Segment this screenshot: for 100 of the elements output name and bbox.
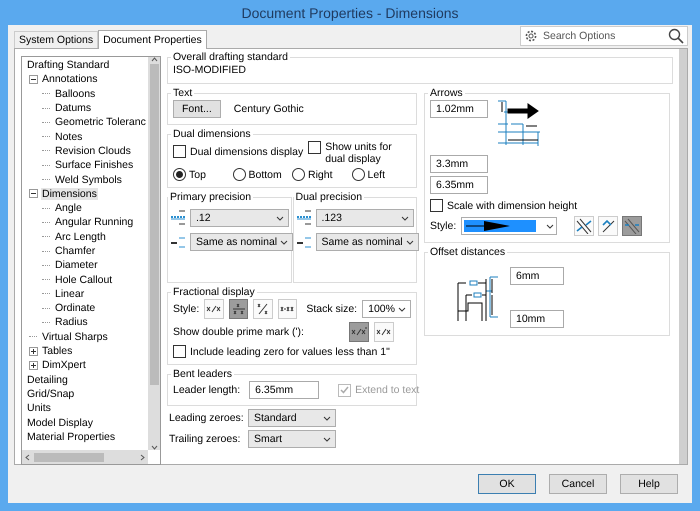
arrow-size-field[interactable]: 1.02mm xyxy=(430,100,488,118)
tree-item[interactable]: Virtual Sharps xyxy=(41,330,109,343)
checkbox-label[interactable]: Dual dimensions display xyxy=(190,146,304,158)
tree-item[interactable]: Angle xyxy=(54,202,83,214)
tree-item[interactable]: Chamfer xyxy=(54,245,96,257)
fraction-style-button[interactable] xyxy=(278,299,298,319)
tab[interactable]: System Options xyxy=(14,31,98,48)
checkbox[interactable] xyxy=(173,145,186,158)
dialog-button[interactable]: OK xyxy=(478,474,536,494)
double-prime-button[interactable] xyxy=(348,322,369,342)
tree-item[interactable]: Material Properties xyxy=(26,430,116,443)
fraction-style-button[interactable] xyxy=(204,299,224,319)
radio-label[interactable]: Top xyxy=(189,168,206,180)
stack-size-dropdown[interactable]: 100% xyxy=(362,300,411,318)
expander-icon[interactable] xyxy=(29,74,38,84)
expander-icon[interactable] xyxy=(29,346,38,356)
tree-item[interactable]: Drafting Standard xyxy=(26,59,110,72)
checkbox[interactable] xyxy=(173,345,186,358)
leader-length-field[interactable]: 6.35mm xyxy=(249,381,320,399)
search-input[interactable]: Search Options xyxy=(541,29,665,43)
precision-dropdown[interactable]: .123 xyxy=(316,209,414,227)
tree-item[interactable]: Dimensions xyxy=(41,188,98,200)
offset-field[interactable]: 6mm xyxy=(510,267,564,285)
arrow-size-field[interactable]: 3.3mm xyxy=(430,155,488,173)
tolerance-dropdown[interactable]: Same as nominal xyxy=(190,233,294,251)
offset-field[interactable]: 10mm xyxy=(510,310,564,328)
scroll-left-icon[interactable] xyxy=(25,454,30,460)
tree-item[interactable]: Weld Symbols xyxy=(54,174,123,186)
fraction-style-button[interactable] xyxy=(228,299,248,319)
tree-item[interactable]: Model Display xyxy=(26,416,94,429)
checkbox-label[interactable]: Scale with dimension height xyxy=(447,200,578,212)
arrow-style-dropdown[interactable] xyxy=(461,217,558,235)
stack-size-label: Stack size: xyxy=(306,303,358,315)
leader-length-label: Leader length: xyxy=(173,384,240,396)
standard-value: ISO-MODIFIED xyxy=(173,64,246,76)
radio-button[interactable] xyxy=(352,168,364,181)
radio-button[interactable] xyxy=(232,168,246,181)
gear-icon xyxy=(524,29,538,43)
tree-item[interactable]: Ordinate xyxy=(54,302,96,314)
tree-item[interactable]: Units xyxy=(26,402,52,414)
radio-button[interactable] xyxy=(292,168,305,181)
arrow-placement-button[interactable] xyxy=(574,216,594,236)
tree-item[interactable]: Angular Running xyxy=(54,216,134,228)
search-icon[interactable] xyxy=(668,28,684,44)
group-title: Offset distances xyxy=(429,246,506,258)
precision-dropdown[interactable]: .12 xyxy=(190,209,288,227)
tree-item[interactable]: Hole Callout xyxy=(54,274,114,286)
scroll-up-icon[interactable] xyxy=(150,57,158,62)
expander-icon[interactable] xyxy=(29,189,38,198)
checkbox[interactable] xyxy=(308,141,322,154)
zeroes-label: Trailing zeroes: xyxy=(169,433,242,445)
tree-item[interactable]: Surface Finishes xyxy=(54,159,134,172)
dialog-button[interactable]: Help xyxy=(620,474,678,494)
tree-item[interactable]: Annotations xyxy=(41,73,98,86)
checkbox-label[interactable]: Show units for dual display xyxy=(325,141,411,165)
scrollbar[interactable] xyxy=(148,57,160,450)
tree-item[interactable]: Notes xyxy=(54,130,84,143)
tree-item[interactable]: Tables xyxy=(41,345,74,358)
zeroes-dropdown[interactable]: Standard xyxy=(248,409,336,427)
group-title: Text xyxy=(172,87,194,99)
checkbox[interactable] xyxy=(430,199,443,212)
fraction-style-button[interactable] xyxy=(253,299,273,319)
tree-item[interactable]: Arc Length xyxy=(54,230,107,243)
expander-icon[interactable] xyxy=(29,360,38,370)
arrow-placement-button[interactable] xyxy=(622,216,642,236)
tree-item[interactable]: Balloons xyxy=(54,88,96,100)
radio-label[interactable]: Right xyxy=(308,168,333,180)
radio-label[interactable]: Left xyxy=(368,168,386,180)
double-prime-label: Show double prime mark ('): xyxy=(173,326,304,338)
tree-item[interactable]: Revision Clouds xyxy=(54,144,132,157)
tree-item[interactable]: Radius xyxy=(54,316,89,328)
caret-icon xyxy=(280,240,288,244)
checkbox-label[interactable]: Include leading zero for values less than 1" xyxy=(190,346,390,358)
radio-label[interactable]: Bottom xyxy=(248,168,282,180)
scrollbar[interactable] xyxy=(679,49,687,464)
tree-item[interactable]: Detailing xyxy=(26,374,69,386)
tree-item[interactable]: Geometric Toleranc xyxy=(54,116,147,128)
double-prime-button[interactable] xyxy=(374,322,394,342)
tree-item[interactable]: Datums xyxy=(54,102,92,114)
tolerance-dropdown[interactable]: Same as nominal xyxy=(316,233,419,251)
radio-button[interactable] xyxy=(173,168,186,181)
tree-item[interactable]: Grid/Snap xyxy=(26,388,76,400)
scroll-down-icon[interactable] xyxy=(150,445,158,450)
tree-item[interactable]: Linear xyxy=(54,288,86,300)
arrow-size-field[interactable]: 6.35mm xyxy=(430,176,488,194)
window-title: Document Properties - Dimensions xyxy=(241,4,459,20)
group-title: Dual dimensions xyxy=(172,128,252,140)
style-label: Style: xyxy=(173,303,200,315)
precision-icon xyxy=(296,209,312,227)
fraction-icon xyxy=(376,326,392,338)
tree-item[interactable]: Diameter xyxy=(54,259,99,272)
tree-item[interactable]: DimXpert xyxy=(41,359,87,372)
font-button[interactable]: Font... xyxy=(173,100,221,118)
search-field[interactable]: Search Options xyxy=(520,26,688,46)
zeroes-dropdown[interactable]: Smart xyxy=(248,430,336,448)
scroll-right-icon[interactable] xyxy=(140,454,145,460)
dialog-button[interactable]: Cancel xyxy=(549,474,607,494)
scrollbar[interactable] xyxy=(22,450,148,464)
arrow-placement-button[interactable] xyxy=(598,216,618,236)
tab[interactable]: Document Properties xyxy=(98,30,207,49)
